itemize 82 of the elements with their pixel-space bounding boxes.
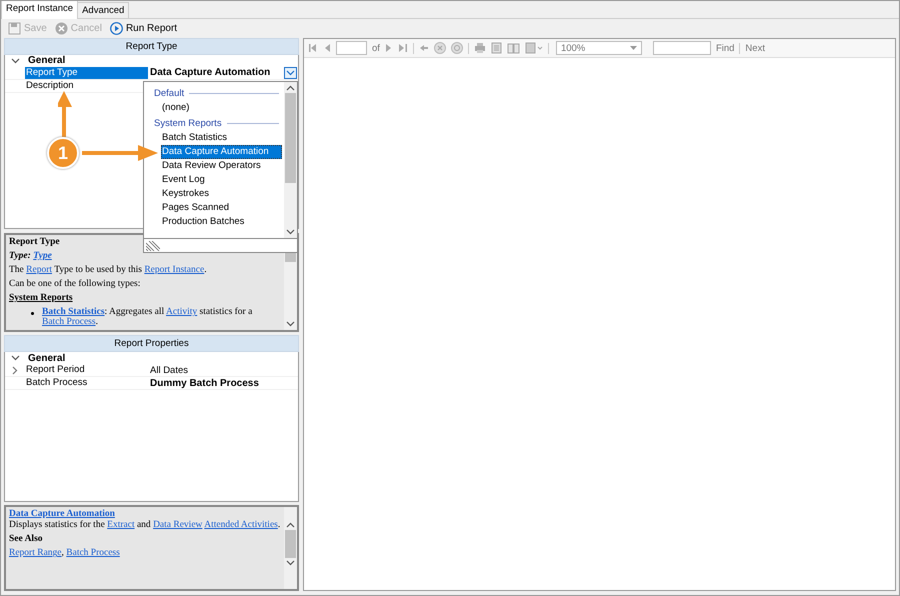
help-link[interactable]: Batch Statistics bbox=[42, 307, 105, 318]
pane-header: Report Properties bbox=[4, 335, 299, 352]
scroll-down-icon[interactable] bbox=[286, 560, 295, 566]
property-value[interactable]: All Dates bbox=[150, 364, 188, 376]
dropdown-item[interactable]: (none) bbox=[144, 101, 282, 115]
scrollbar[interactable] bbox=[284, 82, 297, 238]
tab[interactable]: Report Instance bbox=[1, 1, 78, 19]
cancel-icon bbox=[54, 22, 68, 35]
page-field[interactable] bbox=[336, 41, 367, 55]
find-field[interactable] bbox=[652, 41, 711, 55]
page-setup-icon[interactable] bbox=[506, 42, 520, 54]
zoom-dropdown[interactable]: 100% bbox=[556, 41, 642, 55]
help-text: Report Range, Batch Process bbox=[9, 548, 120, 558]
dropdown-item[interactable]: Batch Statistics bbox=[144, 131, 282, 145]
play-icon bbox=[110, 22, 123, 35]
scroll-down-icon[interactable] bbox=[286, 321, 295, 328]
expand-icon[interactable] bbox=[12, 366, 18, 375]
pane-header: Report Type bbox=[4, 38, 299, 55]
resize-grip-icon[interactable] bbox=[146, 240, 160, 250]
group-header: System Reports bbox=[154, 118, 222, 128]
dropdown-item[interactable]: Data Capture Automation bbox=[161, 145, 282, 159]
help-link[interactable]: Attended Activities bbox=[204, 520, 278, 530]
collapse-icon[interactable] bbox=[11, 58, 20, 64]
group-header: Default bbox=[154, 88, 184, 98]
print-icon[interactable] bbox=[474, 42, 486, 54]
help-text: Displays statistics for the Extract and Data Review Attended Activities. bbox=[9, 520, 280, 530]
caret-icon bbox=[630, 46, 637, 50]
help-link[interactable]: Data Capture Automation bbox=[9, 509, 115, 520]
scrollbar-thumb[interactable] bbox=[285, 93, 296, 183]
refresh-icon[interactable] bbox=[450, 42, 463, 54]
scrollbar-thumb[interactable] bbox=[285, 530, 296, 558]
property-name[interactable]: Report Type bbox=[25, 66, 148, 79]
scrollbar-thumb[interactable] bbox=[285, 252, 296, 262]
save-icon bbox=[8, 22, 21, 35]
dropdown-item[interactable]: Data Review Operators bbox=[144, 159, 282, 173]
toolbar-button[interactable]: Run Report bbox=[108, 22, 178, 35]
property-name[interactable]: Report Period bbox=[25, 364, 148, 376]
help-text: Can be one of the following types: bbox=[9, 279, 140, 290]
chevron-down-icon bbox=[286, 70, 295, 76]
category-label: General bbox=[28, 55, 66, 66]
tab[interactable]: Advanced bbox=[77, 2, 130, 18]
help-text: System Reports bbox=[9, 293, 73, 304]
stop-icon[interactable] bbox=[434, 42, 446, 54]
scroll-up-icon[interactable] bbox=[286, 85, 295, 91]
help-text: The Report Type to be used by this Report Instance. bbox=[9, 265, 207, 276]
first-page-icon[interactable] bbox=[308, 43, 318, 53]
help-text: See Also bbox=[9, 534, 43, 544]
help-link[interactable]: Report bbox=[26, 265, 52, 276]
help-link[interactable]: Activity bbox=[166, 307, 198, 318]
back-icon[interactable] bbox=[418, 43, 429, 53]
scrollbar[interactable] bbox=[284, 507, 297, 590]
page-count-label: of bbox=[372, 42, 380, 54]
dropdown-item[interactable]: Production Batches bbox=[144, 215, 282, 229]
export-icon[interactable] bbox=[524, 42, 543, 54]
next-link[interactable]: Next bbox=[745, 42, 765, 54]
help-link[interactable]: Data Review bbox=[153, 520, 202, 530]
help-link[interactable]: Batch Process bbox=[66, 548, 120, 558]
property-name[interactable]: Batch Process bbox=[25, 377, 148, 390]
bullet-icon bbox=[31, 312, 34, 316]
help-link[interactable]: Report Instance bbox=[144, 265, 204, 276]
property-value[interactable]: Dummy Batch Process bbox=[150, 378, 259, 389]
dropdown-button[interactable] bbox=[284, 66, 297, 79]
help-link[interactable]: Report Range bbox=[9, 548, 62, 558]
last-page-icon[interactable] bbox=[398, 43, 408, 53]
dropdown-item[interactable]: Pages Scanned bbox=[144, 201, 282, 215]
collapse-icon[interactable] bbox=[11, 355, 20, 362]
next-page-icon[interactable] bbox=[384, 43, 393, 53]
property-value[interactable]: Data Capture Automation bbox=[150, 67, 270, 78]
scroll-up-icon[interactable] bbox=[286, 522, 295, 528]
help-link[interactable]: Extract bbox=[107, 520, 135, 530]
previous-page-icon[interactable] bbox=[323, 43, 331, 53]
help-text: Report Type bbox=[9, 237, 60, 248]
category-label: General bbox=[28, 352, 66, 364]
help-link[interactable]: Batch Process bbox=[42, 317, 96, 328]
help-text: Batch Statistics: Aggregates all Activity statistics for a Batch Process. bbox=[42, 307, 254, 328]
help-link[interactable]: Type bbox=[33, 251, 52, 262]
help-text: Type: Type bbox=[9, 251, 52, 262]
dropdown-item[interactable]: Keystrokes bbox=[144, 187, 282, 201]
scroll-down-icon[interactable] bbox=[286, 229, 295, 235]
find-link[interactable]: Find bbox=[716, 42, 734, 54]
page-layout-icon[interactable] bbox=[490, 42, 502, 54]
dropdown-item[interactable]: Event Log bbox=[144, 173, 282, 187]
